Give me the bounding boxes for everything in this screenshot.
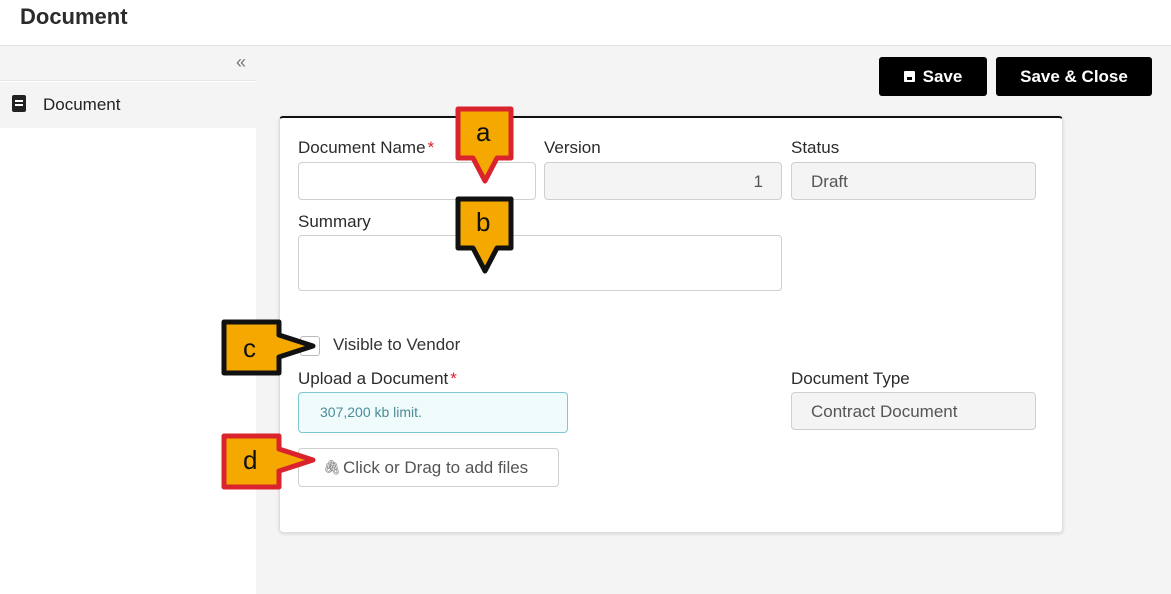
- document-type-field: Contract Document: [791, 392, 1036, 430]
- sidebar-item-document[interactable]: Document: [0, 82, 256, 128]
- version-label: Version: [544, 138, 601, 157]
- upload-limit-notice: 307,200 kb limit.: [298, 392, 568, 433]
- upload-limit-text: 307,200 kb limit.: [320, 404, 422, 420]
- callout-a-letter: a: [476, 117, 491, 147]
- callout-b-letter: b: [476, 207, 491, 237]
- sidebar-collapse-row: «: [0, 46, 256, 81]
- callout-c: c: [221, 319, 316, 379]
- summary-label: Summary: [298, 212, 371, 231]
- document-type-label: Document Type: [791, 369, 910, 388]
- double-chevron-left-icon[interactable]: «: [236, 52, 246, 73]
- callout-c-shape: [221, 319, 316, 376]
- callout-a: a: [455, 106, 515, 186]
- callout-b: b: [455, 196, 515, 276]
- document-name-label: Document Name *: [298, 138, 435, 157]
- summary-textarea[interactable]: [298, 235, 782, 291]
- dropzone-text: Click or Drag to add files: [343, 458, 529, 477]
- callout-d: d: [221, 433, 316, 493]
- status-label: Status: [791, 138, 840, 157]
- callout-c-letter: c: [243, 333, 256, 363]
- page-title: Document: [20, 4, 128, 29]
- upload-document-label: Upload a Document *: [298, 369, 457, 388]
- floppy-disk-icon: [903, 71, 915, 82]
- file-dropzone-button[interactable]: 🖇 Click or Drag to add files: [298, 448, 559, 487]
- paperclip-icon: 🖇: [323, 459, 341, 475]
- sidebar-item-label: Document: [43, 95, 121, 114]
- callout-d-shape: [221, 433, 316, 490]
- sidebar: « Document: [0, 46, 256, 594]
- book-icon: [12, 95, 26, 112]
- status-field: Draft: [791, 162, 1036, 200]
- required-marker: *: [427, 138, 435, 157]
- version-field: 1: [544, 162, 782, 200]
- required-marker: *: [450, 369, 457, 388]
- callout-d-letter: d: [243, 445, 258, 475]
- save-button[interactable]: Save: [879, 57, 987, 96]
- document-form-card: Document Name * Version 1 Status Draft Su…: [279, 116, 1063, 533]
- save-and-close-button-label: Save & Close: [1020, 66, 1128, 86]
- visible-to-vendor-label: Visible to Vendor: [333, 335, 461, 354]
- save-button-label: Save: [922, 66, 963, 86]
- main-content: Save Save & Close Document Name * Version…: [256, 46, 1171, 594]
- save-and-close-button[interactable]: Save & Close: [996, 57, 1152, 96]
- top-bar: Document: [0, 0, 1171, 46]
